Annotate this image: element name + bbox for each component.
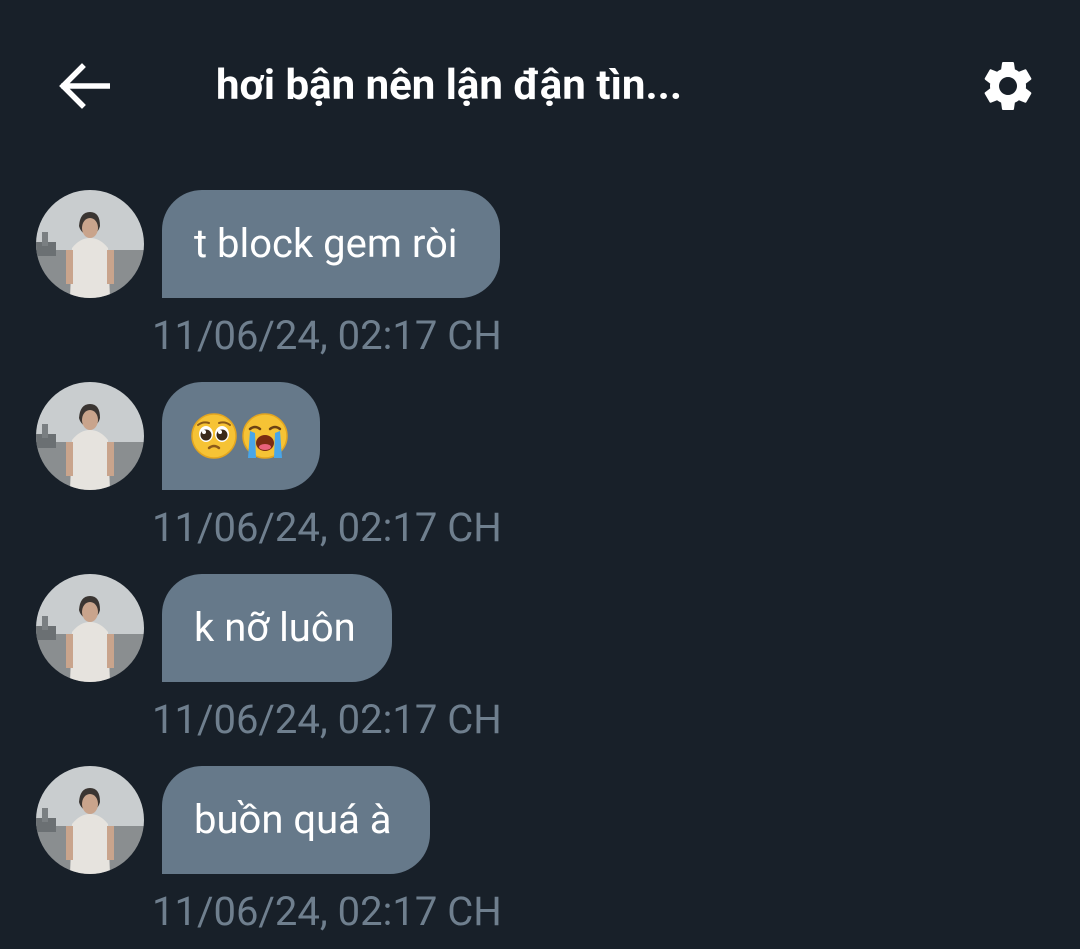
avatar-photo — [36, 574, 144, 682]
avatar-photo — [36, 382, 144, 490]
message-bubble[interactable] — [162, 382, 320, 490]
conversation-header: hơi bận nên lận đận tìn... — [0, 0, 1080, 170]
avatar[interactable] — [36, 574, 144, 682]
message-timestamp: 11/06/24, 02:17 CH — [152, 696, 502, 743]
conversation-title[interactable]: hơi bận nên lận đận tìn... — [216, 58, 816, 114]
message-item: 11/06/24, 02:17 CH — [0, 382, 1080, 574]
message-item: k nỡ luôn 11/06/24, 02:17 CH — [0, 574, 1080, 766]
message-bubble[interactable]: k nỡ luôn — [162, 574, 392, 682]
avatar[interactable] — [36, 382, 144, 490]
arrow-left-icon — [59, 63, 110, 109]
message-item: t block gem ròi 11/06/24, 02:17 CH — [0, 190, 1080, 382]
message-item: buồn quá à 11/06/24, 02:17 CH — [0, 766, 1080, 949]
message-timestamp: 11/06/24, 02:17 CH — [152, 888, 502, 935]
settings-button[interactable] — [974, 54, 1042, 118]
avatar-photo — [36, 190, 144, 298]
message-bubble[interactable]: buồn quá à — [162, 766, 430, 874]
message-bubble[interactable]: t block gem ròi — [162, 190, 500, 298]
avatar-photo — [36, 766, 144, 874]
back-button[interactable] — [54, 58, 114, 114]
message-timestamp: 11/06/24, 02:17 CH — [152, 504, 502, 551]
dm-conversation-screen: hơi bận nên lận đận tìn... t block gem r… — [0, 0, 1080, 949]
avatar[interactable] — [36, 190, 144, 298]
gear-icon — [984, 61, 1032, 110]
message-timestamp: 11/06/24, 02:17 CH — [152, 312, 502, 359]
loudly-crying-face-icon — [242, 413, 288, 459]
avatar[interactable] — [36, 766, 144, 874]
pleading-face-icon — [191, 413, 237, 459]
